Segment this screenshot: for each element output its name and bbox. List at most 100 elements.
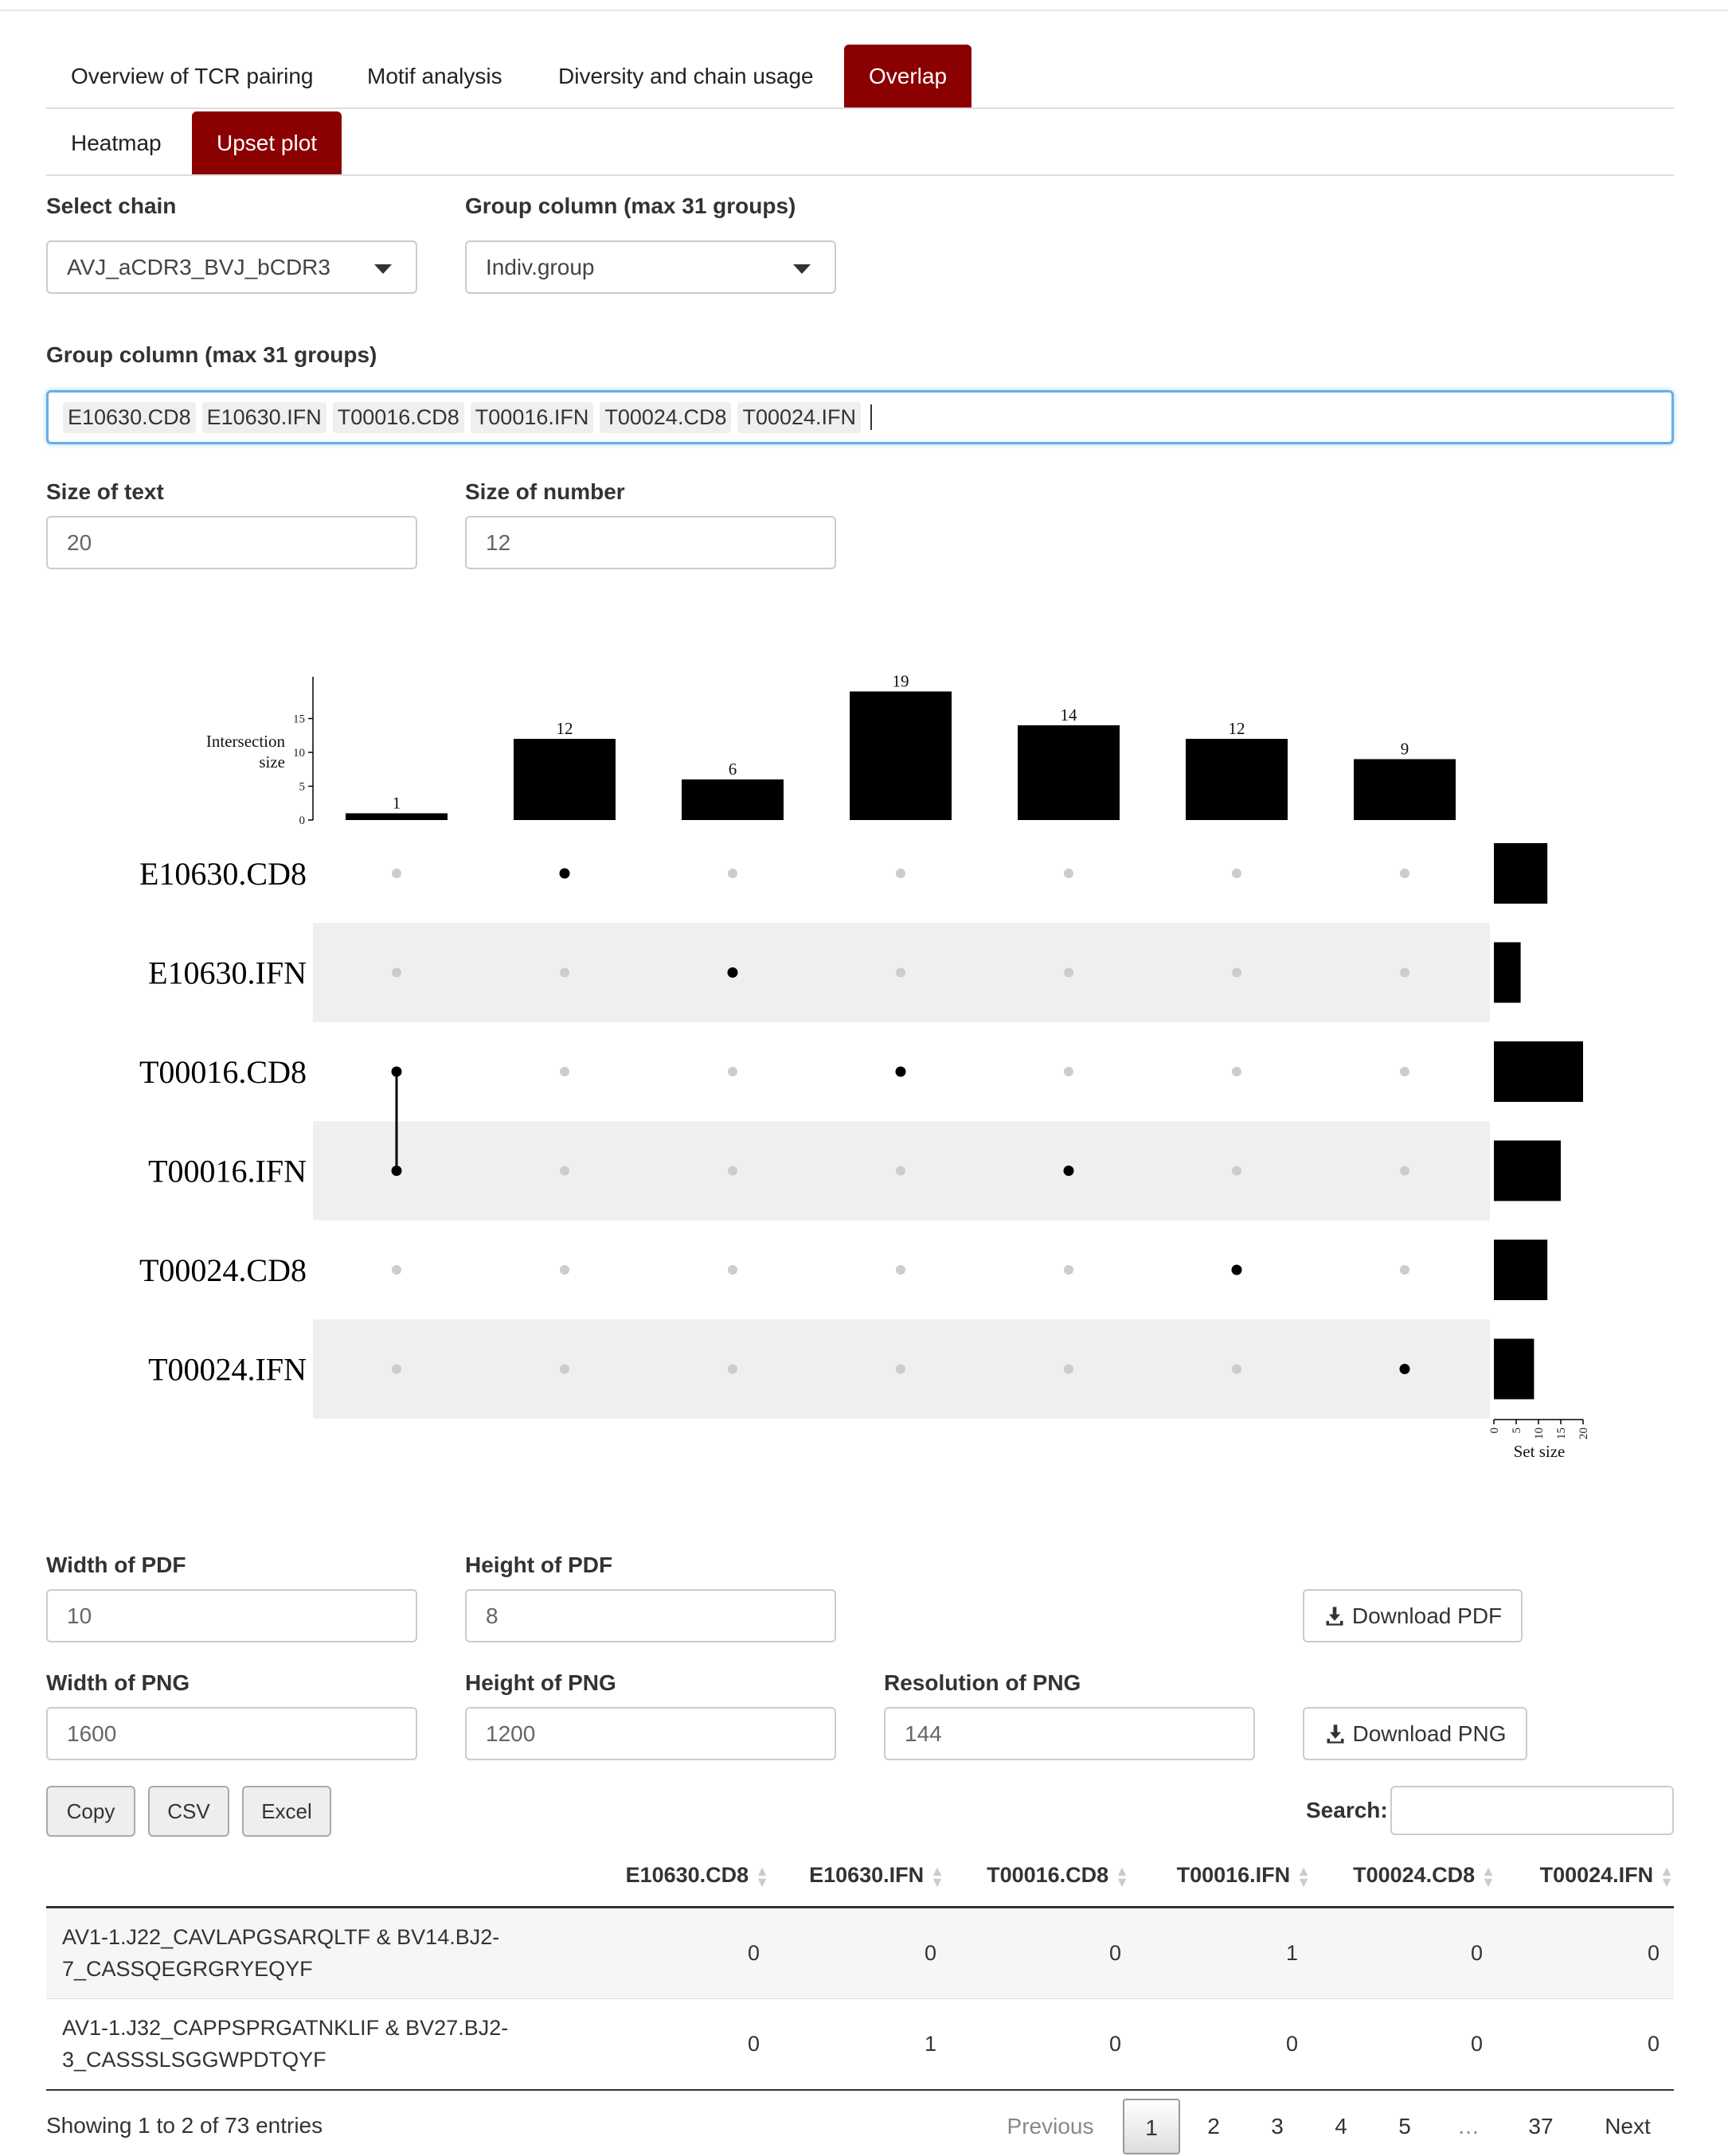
pagination-next[interactable]: Next [1589,2099,1666,2154]
table-cell: 0 [1285,2032,1298,2056]
set-size-bar [1494,1338,1534,1400]
png-width-input[interactable]: 1600 [46,1707,417,1760]
matrix-dot-inactive [1400,1166,1409,1176]
column-header[interactable]: T00024.CD8 ▲ ▼ [1331,1862,1495,1890]
column-header[interactable]: E10630.IFN ▲ ▼ [788,1863,944,1889]
chip-group[interactable]: T00016.CD8 [332,401,464,433]
chip-group[interactable]: T00024.IFN [737,401,862,433]
group-column-value: Indiv.group [486,254,595,279]
download-pdf-button[interactable]: Download PDF [1303,1589,1523,1642]
pagination-page[interactable]: 1 [1123,2099,1180,2154]
matrix-dot-active [1399,1364,1410,1374]
pdf-height-label: Height of PDF [465,1553,613,1577]
matrix-dot-inactive [560,1067,569,1076]
download-png-button[interactable]: Download PNG [1303,1707,1527,1760]
matrix-dot-inactive [896,869,905,878]
tab-diversity[interactable]: Diversity and chain usage [534,45,839,108]
table-cell: 0 [1647,2032,1660,2056]
download-icon [1327,1724,1343,1744]
subtab-upset[interactable]: Upset plot [192,111,342,175]
text-size-input[interactable]: 20 [46,516,417,569]
tab-motif[interactable]: Motif analysis [342,45,527,108]
matrix-dot-active [727,967,738,978]
column-header[interactable]: T00016.IFN ▲ ▼ [1155,1863,1311,1889]
chip-group[interactable]: E10630.IFN [201,401,326,433]
table-cell: 0 [747,1941,760,1965]
row-name: AV1-1.J22_CAVLAPGSARQLTF & BV14.BJ2- 7_CA… [62,1925,500,1981]
bar-value-label: 6 [729,760,737,779]
pdf-height-input[interactable]: 8 [465,1589,836,1642]
chip-group[interactable]: T00016.IFN [470,401,594,433]
table-cell: 0 [1108,1941,1121,1965]
matrix-dot-inactive [560,1265,569,1275]
table-cell: 0 [1108,2032,1121,2056]
png-resolution-input[interactable]: 144 [884,1707,1255,1760]
set-label: T00016.IFN [148,1154,307,1189]
pagination-previous[interactable]: Previous [992,2099,1108,2154]
matrix-dot-inactive [728,1166,737,1176]
matrix-dot-inactive [1232,1067,1241,1076]
group-column-dropdown[interactable]: Indiv.group [465,240,836,294]
download-png-label: Download PNG [1352,1721,1507,1746]
y-tick-label: 15 [293,713,305,726]
bar-value-label: 12 [557,719,573,738]
set-size-tick-label: 0 [1488,1428,1501,1434]
tab-overlap[interactable]: Overlap [844,45,972,108]
pdf-width-input[interactable]: 10 [46,1589,417,1642]
matrix-dot-active [391,1066,402,1077]
pagination-page[interactable]: 2 [1190,2099,1237,2154]
set-size-tick-label: 20 [1577,1428,1590,1439]
column-header[interactable]: T00016.CD8 ▲ ▼ [965,1863,1129,1889]
csv-button[interactable]: CSV [148,1786,229,1837]
group-multiselect[interactable]: E10630.CD8 E10630.IFN T00016.CD8 T00016.… [46,390,1674,444]
tab-overview[interactable]: Overview of TCR pairing [46,45,338,108]
number-size-input[interactable]: 12 [465,516,836,569]
matrix-dot-inactive [392,1265,401,1275]
y-tick-label: 10 [293,747,305,760]
download-pdf-label: Download PDF [1351,1603,1503,1628]
row-name: AV1-1.J32_CAPPSPRGATNKLIF & BV27.BJ2- 3_C… [62,2016,509,2072]
search-input[interactable] [1390,1786,1674,1835]
matrix-dot-inactive [1400,869,1409,878]
tab-divider [46,107,1674,109]
subtab-divider [46,174,1674,176]
pagination-page[interactable]: 4 [1317,2099,1365,2154]
chip-group[interactable]: T00024.CD8 [600,401,732,433]
matrix-dot-active [1231,1264,1242,1275]
set-size-bar [1494,1041,1583,1102]
table-cell: 1 [1285,1941,1298,1965]
number-size-value: 12 [486,529,511,555]
table-info: Showing 1 to 2 of 73 entries [46,2113,323,2138]
matrix-dot-inactive [1232,869,1241,878]
intersection-bar [1186,739,1288,820]
subtab-heatmap[interactable]: Heatmap [46,111,186,175]
excel-button[interactable]: Excel [242,1786,331,1837]
table-cell: 1 [924,2032,936,2056]
pagination-ellipsis: … [1457,2114,1480,2138]
set-label: T00024.IFN [148,1352,307,1388]
matrix-dot-inactive [896,1265,905,1275]
chip-group[interactable]: E10630.CD8 [63,401,196,433]
matrix-dot-inactive [728,869,737,878]
pagination-page[interactable]: 37 [1513,2099,1569,2154]
group-selection-label: Group column (max 31 groups) [46,342,377,367]
matrix-dot-inactive [896,1364,905,1374]
y-tick-label: 0 [299,814,306,827]
set-size-tick-label: 15 [1555,1428,1568,1439]
sort-icon: ▲ ▼ [1660,1862,1674,1890]
text-size-label: Size of text [46,479,164,504]
copy-button[interactable]: Copy [46,1786,135,1837]
png-height-input[interactable]: 1200 [465,1707,836,1760]
matrix-dot-inactive [1064,1265,1073,1275]
column-header[interactable]: E10630.CD8 ▲ ▼ [605,1863,769,1889]
column-header[interactable]: T00024.IFN ▲ ▼ [1518,1862,1674,1890]
pagination-page[interactable]: 5 [1381,2099,1429,2154]
select-chain-dropdown[interactable]: AVJ_aCDR3_BVJ_bCDR3 [46,240,417,294]
set-label: E10630.CD8 [139,856,307,892]
intersection-bar [1018,725,1120,820]
pdf-width-label: Width of PDF [46,1553,186,1577]
sort-icon: ▲ ▼ [1481,1862,1495,1890]
bar-value-label: 12 [1229,719,1245,738]
matrix-dot-inactive [896,967,905,978]
pagination-page[interactable]: 3 [1253,2099,1301,2154]
